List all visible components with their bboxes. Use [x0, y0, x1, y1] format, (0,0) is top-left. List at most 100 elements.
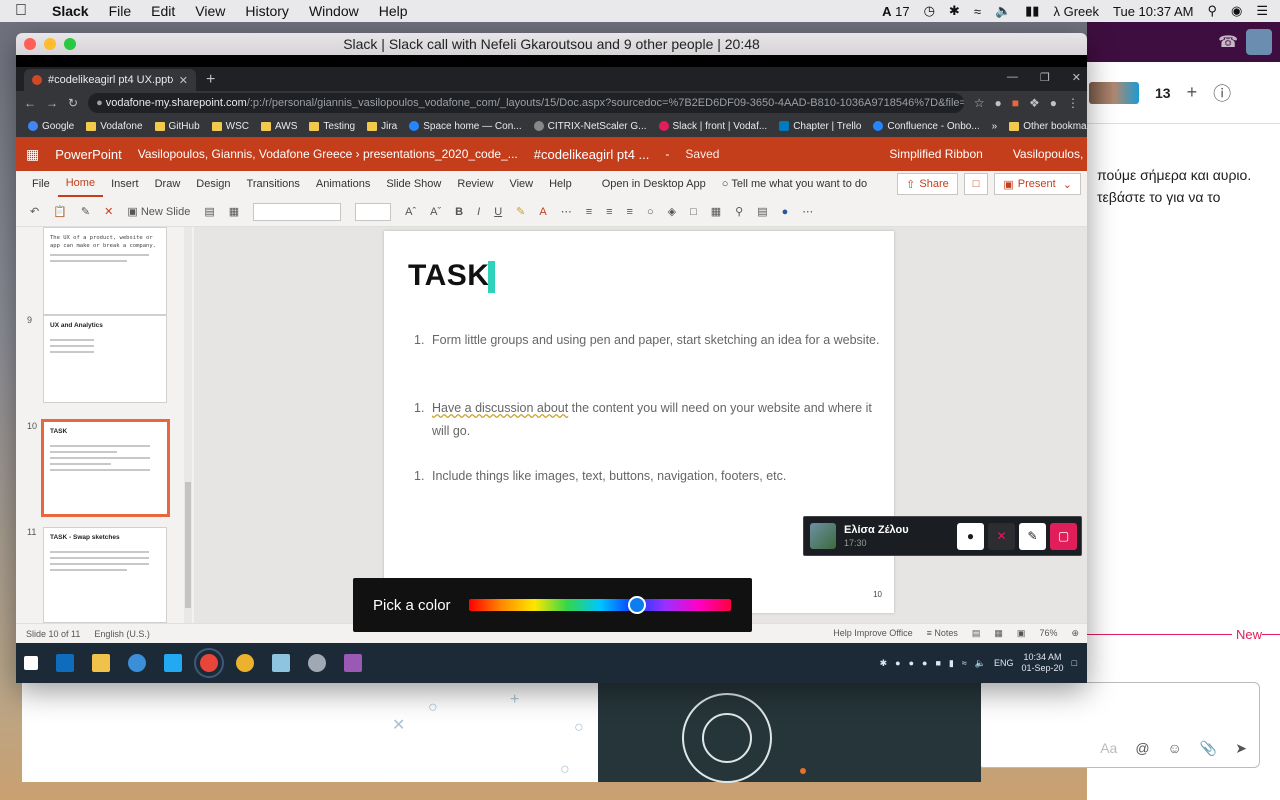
- control-center-icon[interactable]: ☰: [1256, 3, 1268, 19]
- stop-share-icon[interactable]: ▢: [1050, 522, 1077, 550]
- tab-transitions[interactable]: Transitions: [239, 171, 308, 197]
- info-icon[interactable]: ⓘ: [1213, 80, 1231, 106]
- apple-icon[interactable]: : [0, 2, 42, 20]
- tab-home[interactable]: Home: [57, 171, 104, 197]
- tray-icon[interactable]: ●: [895, 658, 900, 668]
- align-icon[interactable]: ≡: [627, 206, 633, 218]
- minimize-icon[interactable]: —: [1007, 71, 1018, 84]
- time-machine-icon[interactable]: ◷: [924, 3, 935, 19]
- video-off-icon[interactable]: ✕: [988, 522, 1015, 550]
- breadcrumb[interactable]: Vasilopoulos, Giannis, Vodafone Greece ›…: [138, 147, 518, 161]
- delete-icon[interactable]: ✕: [104, 205, 113, 218]
- spotlight-icon[interactable]: ⚲: [1207, 3, 1217, 19]
- layout-icon[interactable]: ▤: [204, 205, 214, 218]
- microphone-icon[interactable]: ●: [957, 522, 984, 550]
- font-family-select[interactable]: [253, 202, 342, 221]
- slide-title[interactable]: TASK: [408, 259, 489, 293]
- language[interactable]: English (U.S.): [94, 629, 150, 639]
- shapes-icon[interactable]: ○: [647, 206, 654, 218]
- tab-file[interactable]: File: [24, 171, 58, 197]
- thumbnail-scrollbar[interactable]: [184, 227, 192, 623]
- find-icon[interactable]: ⚲: [735, 205, 743, 218]
- reload-icon[interactable]: ↻: [68, 96, 78, 110]
- github-desktop-icon[interactable]: [344, 654, 362, 672]
- tab-view[interactable]: View: [501, 171, 541, 197]
- menu-edit[interactable]: Edit: [141, 3, 185, 19]
- bullets-icon[interactable]: ≡: [586, 206, 592, 218]
- minimize-window-button[interactable]: [44, 38, 56, 50]
- menu-window[interactable]: Window: [299, 3, 369, 19]
- designer-icon[interactable]: ▤: [757, 205, 767, 218]
- windows-start-icon[interactable]: [24, 656, 38, 670]
- fill-icon[interactable]: ◈: [668, 205, 676, 218]
- member-count[interactable]: 13: [1155, 85, 1171, 101]
- slide-list-item[interactable]: 1. Have a discussion about the content y…: [414, 397, 880, 443]
- slide-thumb-8[interactable]: The UX of a product, website or app can …: [43, 227, 167, 315]
- font-size-select[interactable]: [355, 202, 392, 221]
- volume-icon[interactable]: 🔈: [995, 3, 1011, 19]
- maximize-icon[interactable]: ❐: [1040, 71, 1050, 84]
- bookmark-space-home[interactable]: Space home — Con...: [403, 121, 527, 132]
- slide-list-item[interactable]: 1. Include things like images, text, but…: [414, 465, 880, 488]
- tab-help[interactable]: Help: [541, 171, 580, 197]
- bookmark-vodafone[interactable]: Vodafone: [80, 121, 148, 132]
- bookmark-slack[interactable]: Slack | front | Vodaf...: [653, 121, 774, 132]
- extension-icon[interactable]: ●: [994, 96, 1001, 110]
- taskbar-clock[interactable]: 10:34 AM 01-Sep-20: [1022, 652, 1064, 674]
- address-bar[interactable]: ● vodafone-my.sharepoint.com /:p:/r/pers…: [88, 93, 964, 113]
- volume-icon[interactable]: 🔈: [975, 658, 986, 669]
- help-improve-office[interactable]: Help Improve Office: [833, 628, 912, 639]
- app-launcher-icon[interactable]: ▦: [26, 146, 39, 163]
- user-avatar[interactable]: [1246, 29, 1272, 55]
- tray-icon[interactable]: ●: [922, 658, 927, 668]
- menu-view[interactable]: View: [185, 3, 235, 19]
- shrink-font-icon[interactable]: Aˇ: [430, 206, 441, 218]
- slide-list-item[interactable]: 1. Form little groups and using pen and …: [414, 329, 880, 352]
- bookmark-github[interactable]: GitHub: [149, 121, 206, 132]
- wifi-icon[interactable]: ≈: [962, 658, 967, 668]
- tray-icon[interactable]: ✱: [880, 658, 888, 669]
- slide-thumb-10[interactable]: TASK: [41, 419, 170, 517]
- notifications-icon[interactable]: □: [1072, 658, 1077, 668]
- profile-icon[interactable]: ●: [1050, 96, 1057, 110]
- notes-button[interactable]: ≡ Notes: [927, 628, 958, 639]
- tab-slide-show[interactable]: Slide Show: [378, 171, 449, 197]
- bookmark-confluence[interactable]: Confluence - Onbo...: [867, 121, 985, 132]
- picture-icon[interactable]: ▦: [229, 205, 239, 218]
- tray-icon[interactable]: ▮: [949, 658, 954, 669]
- comments-button[interactable]: □: [963, 173, 989, 195]
- bookmark-jira[interactable]: Jira: [361, 121, 403, 132]
- format-painter-icon[interactable]: ✎: [81, 205, 90, 218]
- slack-icon[interactable]: [236, 654, 254, 672]
- open-desktop-app[interactable]: Open in Desktop App: [594, 171, 714, 197]
- vscode-icon[interactable]: [164, 654, 182, 672]
- font-color-icon[interactable]: A: [539, 206, 546, 218]
- grow-font-icon[interactable]: Aˆ: [405, 206, 416, 218]
- forward-icon[interactable]: →: [46, 96, 58, 110]
- slide-thumb-11[interactable]: TASK - Swap sketches: [43, 527, 167, 623]
- tray-icon[interactable]: ■: [935, 658, 940, 668]
- tab-animations[interactable]: Animations: [308, 171, 378, 197]
- attach-icon[interactable]: 📎: [1200, 740, 1217, 757]
- paste-icon[interactable]: 📋: [53, 205, 67, 218]
- menubar-clock[interactable]: Tue 10:37 AM: [1113, 4, 1193, 19]
- overflow-icon[interactable]: ⋯: [802, 205, 813, 218]
- file-name[interactable]: #codelikeagirl pt4 ...: [534, 147, 650, 162]
- tab-insert[interactable]: Insert: [103, 171, 147, 197]
- battery-icon[interactable]: ▮▮: [1025, 3, 1039, 19]
- normal-view-icon[interactable]: ▤: [972, 628, 981, 639]
- highlight-icon[interactable]: ✎: [516, 205, 525, 218]
- reading-view-icon[interactable]: ▣: [1017, 628, 1026, 639]
- add-member-icon[interactable]: +: [1187, 82, 1198, 103]
- member-avatars[interactable]: [1089, 81, 1139, 104]
- emoji-icon[interactable]: ☺: [1168, 740, 1182, 757]
- user-name[interactable]: Vasilopoulos, Giannis, Vodafone Greece: [1013, 147, 1087, 161]
- close-window-button[interactable]: [24, 38, 36, 50]
- send-icon[interactable]: ➤: [1235, 740, 1247, 757]
- tab-review[interactable]: Review: [449, 171, 501, 197]
- bold-icon[interactable]: B: [455, 206, 463, 218]
- bookmark-testing[interactable]: Testing: [303, 121, 361, 132]
- siri-icon[interactable]: ◉: [1231, 3, 1242, 19]
- share-button[interactable]: ⇧ Share: [897, 173, 958, 195]
- tab-design[interactable]: Design: [188, 171, 238, 197]
